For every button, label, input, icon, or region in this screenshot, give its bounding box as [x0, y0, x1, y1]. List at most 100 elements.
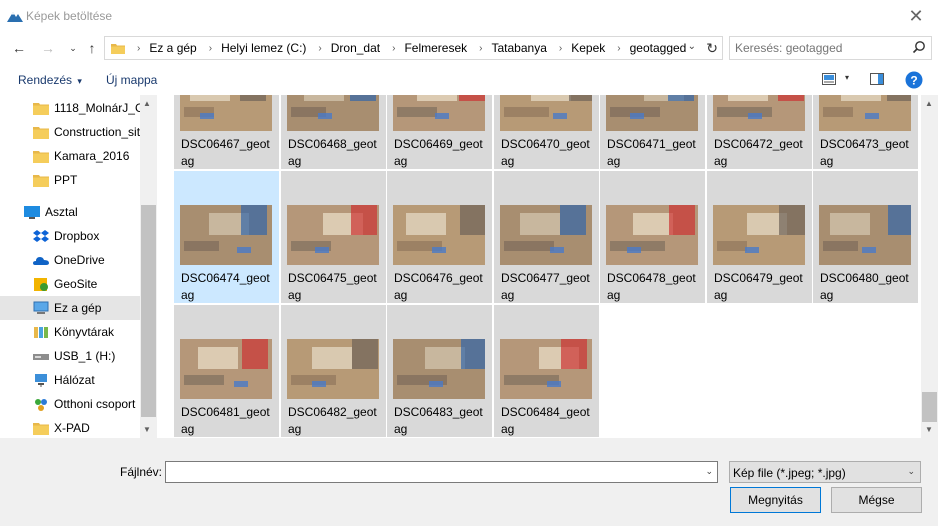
sidebar-item-x-pad[interactable]: X-PAD [0, 416, 140, 438]
file-tile[interactable]: DSC06481_geotag [174, 305, 279, 437]
organize-button[interactable]: Rendezés ▾ [18, 73, 82, 87]
file-name: DSC06477_geotag [501, 271, 590, 302]
sidebar-item-otthoni-csoport[interactable]: Otthoni csoport [0, 392, 140, 416]
file-list-scroll-thumb[interactable] [922, 392, 937, 422]
file-tile[interactable]: DSC06467_geotag [174, 95, 279, 169]
search-input[interactable] [730, 37, 910, 59]
file-tile[interactable]: DSC06480_geotag [813, 171, 918, 303]
sidebar-item-k-nyvt-rak[interactable]: Könyvtárak [0, 320, 140, 344]
sidebar-item-label: 1118_MolnárJ_Gö [54, 101, 140, 115]
breadcrumb-separator[interactable]: › [209, 43, 212, 54]
view-options-icon[interactable] [822, 73, 836, 85]
sidebar-item-dropbox[interactable]: Dropbox [0, 224, 140, 248]
scroll-up-icon[interactable]: ▲ [143, 99, 151, 108]
onedrive-icon [33, 257, 49, 265]
address-bar[interactable]: › Ez a gép › Helyi lemez (C:) › Dron_dat… [104, 36, 723, 60]
chevron-down-icon[interactable]: ⌄ [705, 466, 713, 477]
filename-combobox[interactable]: ⌄ [165, 461, 718, 483]
sidebar-item-kamara-2016[interactable]: Kamara_2016 [0, 144, 140, 168]
file-name: DSC06483_geotag [394, 405, 483, 436]
preview-pane-icon[interactable] [870, 73, 884, 85]
sidebar-item-label: USB_1 (H:) [54, 349, 116, 363]
breadcrumb-separator[interactable]: › [318, 43, 321, 54]
network-icon [35, 374, 47, 387]
scroll-down-icon[interactable]: ▼ [143, 425, 151, 434]
sidebar-item-asztal[interactable]: Asztal [0, 200, 140, 224]
file-tile[interactable]: DSC06473_geotag [813, 95, 918, 169]
search-icon[interactable] [912, 40, 926, 54]
breadcrumb-separator[interactable]: › [617, 43, 620, 54]
file-tile[interactable]: DSC06468_geotag [281, 95, 386, 169]
forward-button[interactable]: → [37, 37, 59, 59]
file-type-filter[interactable]: Kép file (*.jpeg; *.jpg) ⌄ [729, 461, 921, 483]
sidebar-scroll-thumb[interactable] [141, 205, 156, 417]
breadcrumb-item[interactable]: Kepek [571, 41, 605, 55]
sidebar-item-label: Dropbox [54, 229, 100, 243]
file-name: DSC06467_geotag [181, 137, 270, 168]
file-list-scrollbar[interactable]: ▲ ▼ [921, 95, 938, 438]
sidebar-item-ppt[interactable]: PPT [0, 168, 140, 192]
breadcrumb-item[interactable]: Felmeresek [404, 41, 467, 55]
sidebar-item-ez-a-g-p[interactable]: Ez a gép [0, 296, 140, 320]
image-thumbnail [180, 95, 272, 131]
view-dropdown-icon[interactable]: ▾ [845, 73, 849, 82]
sidebar-item-label: Kamara_2016 [54, 149, 130, 163]
breadcrumb-separator[interactable]: › [392, 43, 395, 54]
breadcrumb-item[interactable]: Dron_dat [331, 41, 380, 55]
file-tile[interactable]: DSC06469_geotag [387, 95, 492, 169]
file-name: DSC06474_geotag [181, 271, 270, 302]
file-tile[interactable]: DSC06472_geotag [707, 95, 812, 169]
folder-icon [111, 43, 125, 54]
file-tile[interactable]: DSC06470_geotag [494, 95, 599, 169]
up-button[interactable]: ↑ [81, 37, 103, 59]
sidebar-item-usb-1-h-[interactable]: USB_1 (H:) [0, 344, 140, 368]
refresh-icon[interactable]: ↻ [706, 40, 718, 57]
breadcrumb-separator[interactable]: › [559, 43, 562, 54]
filename-input[interactable] [166, 462, 696, 482]
back-button[interactable]: ← [8, 37, 30, 59]
sidebar-item-construction-site[interactable]: Construction_site [0, 120, 140, 144]
close-button[interactable]: ✕ [894, 0, 938, 33]
sidebar-scrollbar[interactable]: ▲ ▼ [140, 95, 157, 438]
help-button[interactable]: ? [905, 71, 923, 89]
file-tile[interactable]: DSC06471_geotag [600, 95, 705, 169]
new-folder-button[interactable]: Új mappa [106, 73, 157, 87]
breadcrumb-separator: › [137, 42, 141, 54]
file-tile[interactable]: DSC06479_geotag [707, 171, 812, 303]
breadcrumb-separator[interactable]: › [479, 43, 482, 54]
sidebar-item-h-l-zat[interactable]: Hálózat [0, 368, 140, 392]
sidebar-item-onedrive[interactable]: OneDrive [0, 248, 140, 272]
navigation-pane: 1118_MolnárJ_Gö Construction_site Kamara_2… [0, 95, 157, 438]
file-tile[interactable]: DSC06476_geotag [387, 171, 492, 303]
search-box[interactable] [729, 36, 932, 60]
cancel-button[interactable]: Mégse [831, 487, 922, 513]
image-thumbnail [500, 95, 592, 131]
image-thumbnail [713, 205, 805, 265]
address-dropdown-icon[interactable]: ⌄ [688, 41, 696, 52]
breadcrumb-item[interactable]: geotagged [630, 41, 687, 55]
breadcrumb-item[interactable]: Ez a gép [149, 41, 196, 55]
file-name: DSC06481_geotag [181, 405, 270, 436]
breadcrumb-item[interactable]: Helyi lemez (C:) [221, 41, 306, 55]
file-tile[interactable]: DSC06474_geotag [174, 171, 279, 303]
usb-drive-icon [33, 354, 49, 360]
file-tile[interactable]: DSC06483_geotag [387, 305, 492, 437]
breadcrumb-item[interactable]: Tatabanya [492, 41, 547, 55]
image-thumbnail [180, 339, 272, 399]
scroll-up-icon[interactable]: ▲ [925, 99, 933, 108]
sidebar-item-label: GeoSite [54, 277, 98, 291]
image-thumbnail [713, 95, 805, 131]
file-tile[interactable]: DSC06482_geotag [281, 305, 386, 437]
file-tile[interactable]: DSC06475_geotag [281, 171, 386, 303]
open-button[interactable]: Megnyitás [730, 487, 821, 513]
file-tile[interactable]: DSC06484_geotag [494, 305, 599, 437]
file-tile[interactable]: DSC06478_geotag [600, 171, 705, 303]
desktop-icon [24, 206, 40, 219]
sidebar-item-geosite[interactable]: GeoSite [0, 272, 140, 296]
app-mountain-icon [7, 12, 23, 22]
scroll-down-icon[interactable]: ▼ [925, 425, 933, 434]
sidebar-item-1118-moln-rj-g-[interactable]: 1118_MolnárJ_Gö [0, 96, 140, 120]
file-tile[interactable]: DSC06477_geotag [494, 171, 599, 303]
image-thumbnail [287, 95, 379, 131]
image-thumbnail [287, 205, 379, 265]
